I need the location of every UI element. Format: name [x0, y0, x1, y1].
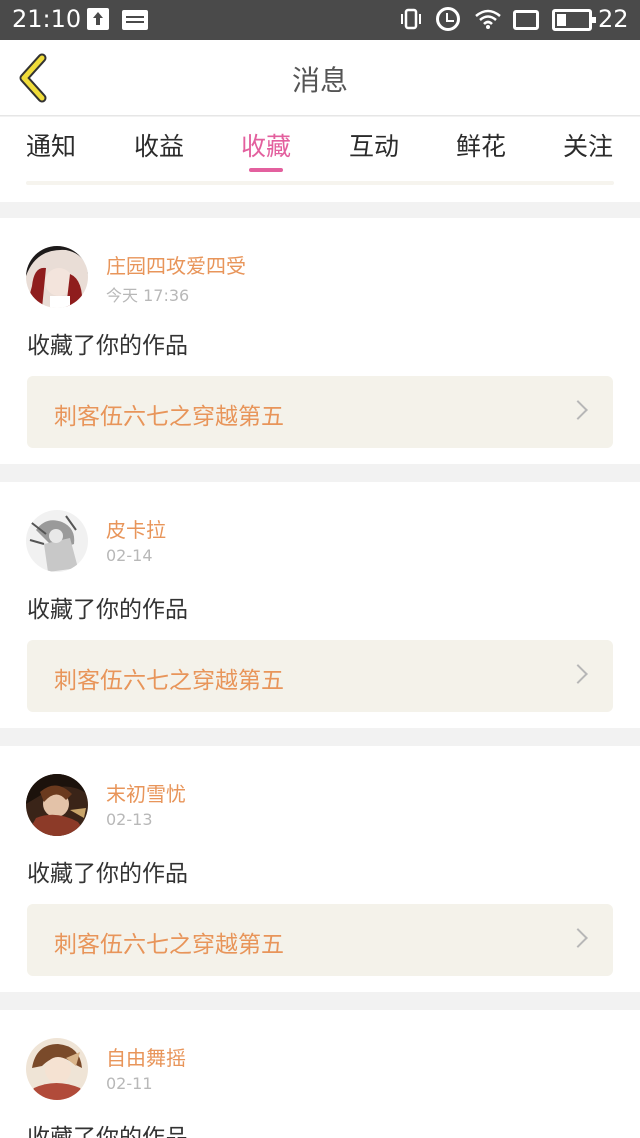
avatar[interactable]: [26, 1038, 88, 1100]
action-text: 收藏了你的作品: [27, 1125, 188, 1138]
timestamp: 今天 17:36: [106, 286, 190, 305]
work-title: 刺客伍六七之穿越第五: [54, 932, 284, 958]
chevron-right-icon: [568, 400, 588, 420]
tab-interactions[interactable]: 互动: [334, 127, 414, 163]
screen-icon: [513, 10, 539, 30]
chevron-right-icon: [568, 928, 588, 948]
message-card: 皮卡拉 02-14 收藏了你的作品 刺客伍六七之穿越第五: [0, 482, 640, 728]
sim-card-icon: [122, 10, 148, 30]
status-bar: 21:10 22: [0, 0, 640, 40]
work-link[interactable]: 刺客伍六七之穿越第五: [27, 376, 613, 448]
battery-level: 22: [598, 5, 629, 33]
action-text: 收藏了你的作品: [27, 597, 188, 623]
active-tab-indicator: [249, 168, 283, 172]
message-card: 末初雪忧 02-13 收藏了你的作品 刺客伍六七之穿越第五: [0, 746, 640, 992]
work-title: 刺客伍六七之穿越第五: [54, 668, 284, 694]
timestamp: 02-14: [106, 546, 153, 565]
timestamp: 02-11: [106, 1074, 153, 1093]
tab-bar: 通知 收益 收藏 互动 鲜花 关注: [0, 117, 640, 202]
vibrate-icon: [401, 8, 421, 30]
username[interactable]: 末初雪忧: [106, 778, 186, 807]
work-link[interactable]: 刺客伍六七之穿越第五: [27, 904, 613, 976]
tab-follows[interactable]: 关注: [548, 127, 628, 163]
upload-icon: [87, 8, 109, 30]
status-time: 21:10: [12, 5, 82, 33]
tab-flowers[interactable]: 鲜花: [441, 127, 521, 163]
work-link[interactable]: 刺客伍六七之穿越第五: [27, 640, 613, 712]
tab-notifications[interactable]: 通知: [11, 127, 91, 163]
tab-earnings[interactable]: 收益: [119, 127, 199, 163]
wifi-icon: [475, 9, 501, 29]
page-title: 消息: [291, 64, 348, 97]
action-text: 收藏了你的作品: [27, 861, 188, 887]
alarm-icon: [436, 7, 460, 31]
work-title: 刺客伍六七之穿越第五: [54, 404, 284, 430]
chevron-right-icon: [568, 664, 588, 684]
avatar[interactable]: [26, 774, 88, 836]
username[interactable]: 自由舞摇: [106, 1042, 186, 1071]
message-card: 庄园四攻爱四受 今天 17:36 收藏了你的作品 刺客伍六七之穿越第五: [0, 218, 640, 464]
battery-icon: [552, 9, 596, 31]
avatar[interactable]: [26, 246, 88, 308]
username[interactable]: 庄园四攻爱四受: [106, 250, 246, 279]
app-header: 消息: [0, 40, 640, 116]
action-text: 收藏了你的作品: [27, 333, 188, 359]
timestamp: 02-13: [106, 810, 153, 829]
tabs-divider: [26, 181, 614, 185]
tab-favorites[interactable]: 收藏: [226, 127, 306, 163]
avatar[interactable]: [26, 510, 88, 572]
username[interactable]: 皮卡拉: [106, 514, 166, 543]
message-card: 自由舞摇 02-11 收藏了你的作品: [0, 1010, 640, 1138]
